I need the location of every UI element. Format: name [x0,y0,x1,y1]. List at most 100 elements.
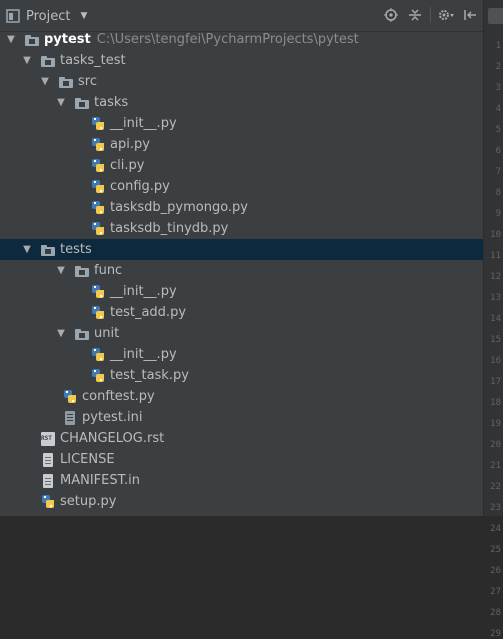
line-number: 17 [490,377,501,387]
folder-icon [40,242,56,258]
project-path: C:\Users\tengfei\PycharmProjects\pytest [96,32,359,47]
tree-item-pytest-ini[interactable]: pytest.ini [0,407,483,428]
expand-arrow-icon[interactable]: ▼ [22,244,32,255]
tree-item-label: test_task.py [110,368,189,383]
tree-item-init-py[interactable]: __init__.py [0,281,483,302]
line-number: 9 [495,209,501,219]
tree-item-label: LICENSE [60,452,115,467]
tree-item-setup-py[interactable]: setup.py [0,491,483,512]
tree-item-manifest-in[interactable]: MANIFEST.in [0,470,483,491]
tree-item-label: MANIFEST.in [60,473,140,488]
tree-item-license[interactable]: LICENSE [0,449,483,470]
line-number: 5 [495,125,501,135]
tree-item-tests[interactable]: ▼ tests [0,239,483,260]
collapse-icon[interactable] [406,6,424,24]
python-file-icon [90,347,106,363]
line-number: 12 [490,272,501,282]
tree-item-label: __init__.py [110,284,177,299]
tree-item-pytest[interactable]: ▼ pytest C:\Users\tengfei\PycharmProjects\… [0,29,483,50]
tree-item-config-py[interactable]: config.py [0,176,483,197]
line-number: 7 [495,167,501,177]
tree-item-tasksdb-tinydb-py[interactable]: tasksdb_tinydb.py [0,218,483,239]
project-title: Project [26,8,71,24]
tree-item-unit[interactable]: ▼ unit [0,323,483,344]
python-file-icon [90,158,106,174]
tree-item-label: __init__.py [110,116,177,131]
line-number: 1 [495,41,501,51]
expand-arrow-icon[interactable]: ▼ [40,76,50,87]
line-number: 16 [490,356,501,366]
tree-item-label: cli.py [110,158,145,173]
expand-arrow-icon[interactable]: ▼ [56,265,66,276]
folder-icon [58,74,74,90]
tree-item-label: pytest [44,32,91,47]
line-number: 20 [490,440,501,450]
tree-item-conftest-py[interactable]: conftest.py [0,386,483,407]
tree-item-func[interactable]: ▼ func [0,260,483,281]
tree-item-label: tasksdb_pymongo.py [110,200,248,215]
python-file-icon [90,221,106,237]
tree-item-api-py[interactable]: api.py [0,134,483,155]
line-number: 11 [490,251,501,261]
expand-arrow-icon[interactable]: ▼ [22,55,32,66]
expand-arrow-icon[interactable]: ▼ [56,97,66,108]
tree-item-init-py[interactable]: __init__.py [0,113,483,134]
line-number: 10 [490,230,501,240]
python-file-icon [62,389,78,405]
python-file-icon [90,284,106,300]
line-number: 3 [495,83,501,93]
folder-icon [74,326,90,342]
python-file-icon [90,368,106,384]
tree-item-label: api.py [110,137,150,152]
expand-arrow-icon[interactable]: ▼ [6,34,16,45]
tree-item-src[interactable]: ▼ src [0,71,483,92]
tree-item-tasks-test[interactable]: ▼ tasks_test [0,50,483,71]
target-icon[interactable] [382,6,400,24]
tree-item-label: config.py [110,179,170,194]
rst-file-icon: RST [40,431,56,447]
tree-item-label: unit [94,326,120,341]
python-file-icon [90,305,106,321]
tree-item-tasks[interactable]: ▼ tasks [0,92,483,113]
gear-icon[interactable] [437,6,455,24]
tree-item-tasksdb-pymongo-py[interactable]: tasksdb_pymongo.py [0,197,483,218]
line-number: 8 [495,188,501,198]
chevron-down-icon: ▼ [80,11,88,21]
editor-tab-icon[interactable] [488,8,503,24]
tree-item-label: tasksdb_tinydb.py [110,221,229,236]
tree-item-label: func [94,263,123,278]
project-view-selector[interactable]: Project ▼ [6,7,87,25]
line-number: 6 [495,146,501,156]
tree-item-label: __init__.py [110,347,177,362]
python-file-icon [90,179,106,195]
line-number: 13 [490,293,501,303]
tree-item-label: CHANGELOG.rst [60,431,165,446]
tree-item-cli-py[interactable]: cli.py [0,155,483,176]
python-file-icon [90,200,106,216]
line-number: 18 [490,398,501,408]
python-file-icon [90,116,106,132]
line-number: 28 [490,608,501,618]
line-number: 25 [490,545,501,555]
tree-item-test-task-py[interactable]: test_task.py [0,365,483,386]
tree-item-label: setup.py [60,494,117,509]
line-number: 22 [490,482,501,492]
toolbar-separator [430,7,431,23]
tree-item-changelog-rst[interactable]: RST CHANGELOG.rst [0,428,483,449]
tree-item-label: test_add.py [110,305,187,320]
python-file-icon [40,494,56,510]
line-number: 21 [490,461,501,471]
text-file-icon [40,473,56,489]
tree-item-label: pytest.ini [82,410,143,425]
folder-icon [24,32,40,48]
line-number: 14 [490,314,501,324]
tree-item-label: src [78,74,97,89]
line-number: 24 [490,524,501,534]
tree-item-init-py[interactable]: __init__.py [0,344,483,365]
hide-icon[interactable] [461,6,479,24]
tree-item-test-add-py[interactable]: test_add.py [0,302,483,323]
tree-item-label: tasks [94,95,129,110]
line-number: 4 [495,104,501,114]
expand-arrow-icon[interactable]: ▼ [56,328,66,339]
line-number: 2 [495,62,501,72]
